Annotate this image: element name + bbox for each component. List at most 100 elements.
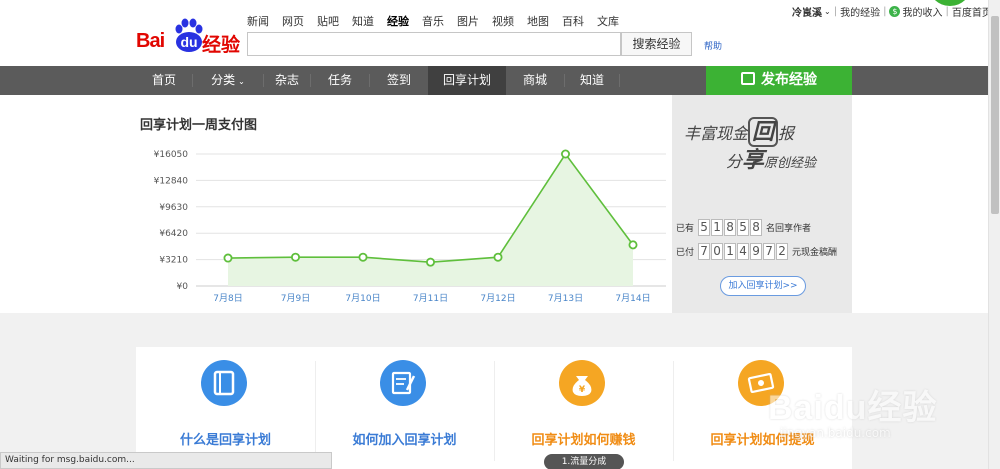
divider: | [833, 6, 838, 17]
authors-digit: 8 [750, 219, 763, 236]
topnav-zhidao[interactable]: 知道 [352, 13, 374, 29]
authors-prefix: 已有 [676, 224, 695, 234]
nav-mall[interactable]: 商城 [506, 66, 564, 95]
payment-chart: ¥16050 ¥12840 ¥9630 ¥6420 ¥3210 ¥0 7月8日 7月9日 7月1… [154, 149, 666, 304]
nav-home[interactable]: 首页 [136, 66, 192, 95]
topnav-music[interactable]: 音乐 [422, 13, 444, 29]
nav-divider [619, 74, 620, 87]
authors-digit: 8 [724, 219, 737, 236]
search-input[interactable] [247, 32, 621, 56]
paid-counter: 已付 7014972 元现金稿酬 [676, 243, 837, 260]
topnav-tieba[interactable]: 贴吧 [317, 13, 339, 29]
baidu-home-link[interactable]: 百度首页 [952, 4, 992, 19]
x-tick-label: 7月10日 [345, 293, 380, 304]
promo-line1b: 报 [778, 124, 795, 143]
data-point [223, 253, 233, 263]
publish-label: 发布经验 [761, 72, 817, 88]
username[interactable]: 冷崀溪 [792, 4, 822, 19]
my-experience-link[interactable]: 我的经验 [840, 4, 880, 19]
y-tick-label: ¥12840 [154, 176, 189, 186]
paid-digit: 7 [698, 243, 711, 260]
paid-digit: 1 [724, 243, 737, 260]
paid-digit: 2 [776, 243, 789, 260]
traffic-share-badge: 1.流量分成 [544, 454, 624, 469]
card-label: 回享计划如何赚钱 [531, 433, 636, 448]
authors-counter: 已有 51858 名回享作者 [676, 219, 811, 236]
join-huixiang-button[interactable]: 加入回享计划>> [720, 276, 806, 296]
logo-du: du [180, 34, 198, 50]
publish-button[interactable]: 发布经验 [706, 66, 852, 95]
card-label: 如何加入回享计划 [352, 433, 457, 448]
card-what-is[interactable]: 什么是回享计划 [136, 347, 315, 469]
nav-category[interactable]: 分类 ⌄ [193, 66, 263, 95]
divider: | [883, 6, 887, 17]
chevron-down-icon: ⌄ [238, 77, 245, 86]
logo-jingyan: 经验 [202, 34, 241, 56]
watermark-text: Baidu经验 [768, 389, 938, 427]
topnav-news[interactable]: 新闻 [247, 13, 269, 29]
promo-line2a: 分 [726, 152, 743, 171]
data-point [493, 252, 503, 262]
browser-status-bar: Waiting for msg.baidu.com... [0, 452, 332, 469]
x-tick-label: 7月8日 [213, 293, 242, 304]
chevron-down-icon[interactable]: ⌄ [824, 7, 831, 16]
chart-title: 回享计划一周支付图 [140, 118, 258, 133]
promo-panel: 丰富现金回报 分享原创经验 已有 51858 名回享作者 已付 7014972 … [672, 95, 852, 313]
y-tick-label: ¥3210 [159, 256, 188, 266]
y-tick-label: ¥0 [177, 282, 189, 292]
authors-suffix: 名回享作者 [766, 224, 812, 234]
nav-magazine[interactable]: 杂志 [264, 66, 310, 95]
svg-text:¥: ¥ [579, 385, 586, 395]
paid-digit: 4 [737, 243, 750, 260]
x-tick-label: 7月14日 [615, 293, 650, 304]
nav-checkin[interactable]: 签到 [370, 66, 428, 95]
edit-icon [741, 72, 755, 85]
top-nav: 新闻 网页 贴吧 知道 经验 音乐 图片 视频 地图 百科 文库 [247, 13, 632, 29]
y-tick-label: ¥6420 [159, 229, 188, 239]
nav-huixiang[interactable]: 回享计划 [428, 66, 506, 95]
user-bar: 冷崀溪 ⌄ | 我的经验 | $ 我的收入 | 百度首页 [792, 4, 992, 19]
nav-zhidao[interactable]: 知道 [565, 66, 619, 95]
promo-big-char: 回 [748, 117, 779, 147]
topnav-baike[interactable]: 百科 [562, 13, 584, 29]
divider: | [945, 6, 949, 17]
my-income-link[interactable]: 我的收入 [902, 4, 942, 19]
scrollbar-thumb[interactable] [991, 16, 999, 214]
card-label: 什么是回享计划 [179, 433, 271, 448]
feature-cards: 什么是回享计划 如何加入回享计划 ¥ 回享计划如何赚钱 回享计划如何提现 [136, 347, 852, 469]
card-how-join[interactable]: 如何加入回享计划 [315, 347, 494, 469]
topnav-web[interactable]: 网页 [282, 13, 304, 29]
x-tick-label: 7月13日 [548, 293, 583, 304]
coin-icon: $ [889, 6, 901, 17]
topnav-wenku[interactable]: 文库 [597, 13, 619, 29]
paid-prefix: 已付 [676, 248, 695, 258]
search-button[interactable]: 搜索经验 [621, 32, 692, 56]
nav-category-label: 分类 [211, 73, 236, 87]
paid-digit: 9 [750, 243, 763, 260]
topnav-video[interactable]: 视频 [492, 13, 514, 29]
promo-slogan: 丰富现金回报 分享原创经验 [684, 117, 816, 177]
nav-task[interactable]: 任务 [311, 66, 369, 95]
promo-line2b: 享 [742, 147, 765, 173]
paid-digits: 7014972 [698, 243, 789, 260]
form-icon [380, 360, 426, 406]
y-tick-label: ¥16050 [154, 150, 189, 160]
logo-bai: Bai [136, 30, 165, 52]
topnav-images[interactable]: 图片 [457, 13, 479, 29]
x-tick-label: 7月12日 [480, 293, 515, 304]
y-tick-label: ¥9630 [159, 203, 188, 213]
page-scrollbar[interactable] [988, 0, 1000, 469]
data-point [560, 149, 570, 159]
x-tick-label: 7月9日 [281, 293, 310, 304]
authors-digit: 5 [737, 219, 750, 236]
data-point [425, 257, 435, 267]
topnav-jingyan[interactable]: 经验 [387, 13, 409, 29]
book-icon [201, 360, 247, 406]
topnav-map[interactable]: 地图 [527, 13, 549, 29]
authors-digit: 5 [698, 219, 711, 236]
card-how-earn[interactable]: ¥ 回享计划如何赚钱 [494, 347, 673, 469]
authors-digit: 1 [711, 219, 724, 236]
x-tick-label: 7月11日 [413, 293, 448, 304]
help-link[interactable]: 帮助 [704, 39, 722, 52]
baidu-jingyan-logo[interactable]: Bai du 经验 [136, 18, 242, 56]
